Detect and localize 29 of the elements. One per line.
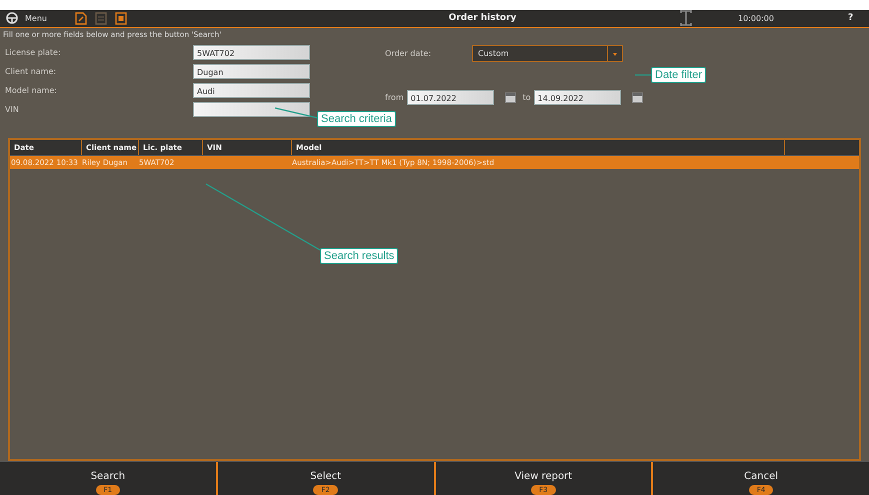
document-edit-icon[interactable] [74, 12, 87, 25]
window-title: Order history [448, 13, 518, 24]
clock: 10:00:00 [738, 14, 775, 23]
lift-icon[interactable] [679, 10, 693, 26]
steering-wheel-icon [6, 12, 18, 24]
from-label: from [385, 93, 404, 102]
callout-label: Search criteria [317, 111, 396, 127]
to-label: to [522, 93, 531, 102]
date-field[interactable]: 14.09.2022 [534, 90, 621, 106]
calendar-icon[interactable] [504, 92, 516, 104]
callout-label: Search results [320, 248, 398, 264]
leader-line [635, 74, 651, 76]
field-label: Order date: [384, 49, 432, 58]
field-label: Model name: [4, 86, 58, 95]
field-label: VIN [4, 104, 20, 114]
field-label: License plate: [4, 48, 62, 57]
menu-button[interactable]: Menu [6, 12, 47, 24]
order-date-dropdown[interactable]: Custom [472, 45, 623, 62]
leader-line [274, 107, 318, 119]
input-field[interactable]: Dugan [193, 64, 310, 79]
image-icon[interactable] [114, 12, 127, 25]
help-button[interactable]: ? [848, 13, 854, 24]
calendar-icon[interactable] [632, 92, 643, 104]
input-field[interactable]: 5WAT702 [193, 44, 310, 60]
input-field[interactable] [193, 102, 310, 117]
field-label: Client name: [4, 66, 58, 76]
date-field[interactable]: 01.07.2022 [406, 90, 494, 106]
input-field[interactable]: Audi [193, 82, 310, 98]
callout-label: Date filter [651, 67, 706, 83]
